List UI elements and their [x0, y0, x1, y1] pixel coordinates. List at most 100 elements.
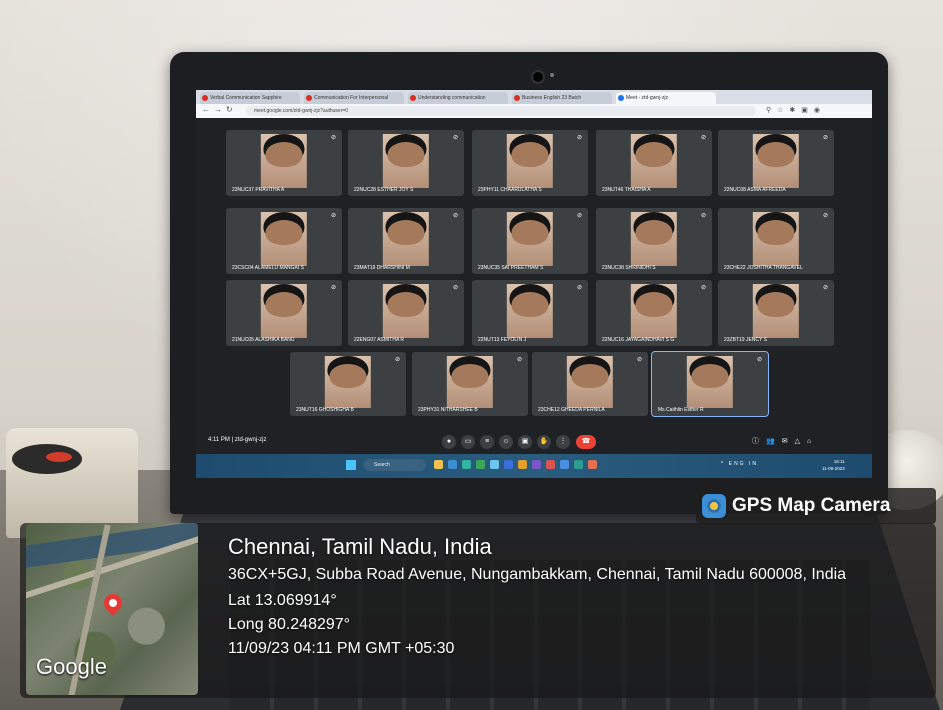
muted-mic-icon: ⊘: [636, 357, 642, 363]
app-icon[interactable]: [574, 460, 583, 469]
meet-side-controls[interactable]: ⓘ👥✉△⌂: [752, 436, 818, 446]
meet-favicon-icon: [618, 95, 624, 101]
participant-tile[interactable]: ⊘ 22NUT13 FEYOLIN J: [472, 280, 588, 346]
participant-tile[interactable]: ⊘ 23NUC37 PRAVITHA A: [226, 130, 342, 196]
tab-2[interactable]: Communication For Interpersonal: [304, 92, 404, 104]
app-icon[interactable]: [504, 460, 513, 469]
participant-name: 22NUC28 ESTHER JOY S: [354, 187, 414, 193]
muted-mic-icon: ⊘: [700, 285, 706, 291]
end-call-button[interactable]: ☎: [576, 435, 596, 449]
participant-name: 23MAT19 DHARSHINI M: [354, 265, 410, 271]
muted-mic-icon: ⊘: [516, 357, 522, 363]
muted-mic-icon: ⊘: [576, 135, 582, 141]
app-icon[interactable]: [490, 460, 499, 469]
file-explorer-icon[interactable]: [434, 460, 443, 469]
muted-mic-icon: ⊘: [452, 213, 458, 219]
participant-tile[interactable]: ⊘ 23NUT46 THAISHA A: [596, 130, 712, 196]
app-icon[interactable]: [518, 460, 527, 469]
gps-brand-badge: GPS Map Camera: [696, 488, 936, 524]
participant-name: 23CHE12 GHEEDA PERNILA: [538, 407, 605, 413]
participant-name: 23NUT16 GHOSHIGHA B: [296, 407, 354, 413]
app-icon[interactable]: [448, 460, 457, 469]
app-icon[interactable]: [462, 460, 471, 469]
participant-tile[interactable]: ⊘ 21NUC05 ALASHIKA BANU: [226, 280, 342, 346]
meet-control-bar: 4:11 PM | ztd-gwnj-zjz ● ▭ ≡ ☺ ▣ ✋ ⋮ ☎ ⓘ…: [196, 430, 872, 454]
participant-tile[interactable]: ⊘ 23NUC35 SAI PREETHAM S: [472, 208, 588, 274]
more-options-icon[interactable]: ⋮: [556, 435, 570, 449]
photo-scene: Verbal Communication Sapphire Communicat…: [0, 0, 943, 710]
participant-tile[interactable]: ⊘ 23CSC04 ALAMELU MANGAI S: [226, 208, 342, 274]
participant-tile[interactable]: ⊘ 23NUC38 SHRINIDHI S: [596, 208, 712, 274]
gps-camera-logo-icon: [702, 494, 726, 518]
participant-name: 23ZBT19 JENCY S: [724, 337, 767, 343]
favicon-icon: [306, 95, 312, 101]
app-icon[interactable]: [546, 460, 555, 469]
muted-mic-icon: ⊘: [576, 213, 582, 219]
muted-mic-icon: ⊘: [822, 213, 828, 219]
participant-tile[interactable]: ⊘ 23NUT16 GHOSHIGHA B: [290, 352, 406, 416]
participant-tile[interactable]: ⊘ 22NUC16 JAYAGAINDHAVI S G: [596, 280, 712, 346]
url-field[interactable]: meet.google.com/ztd-gwnj-zjz?authuser=0: [246, 106, 756, 116]
participant-name: 23PHY31 NITHARSHEE B: [418, 407, 478, 413]
muted-mic-icon: ⊘: [452, 135, 458, 141]
participant-name: 23NUT46 THAISHA A: [602, 187, 651, 193]
app-icon[interactable]: [560, 460, 569, 469]
participant-tile[interactable]: ⊘ 23CHE12 GHEEDA PERNILA: [532, 352, 648, 416]
camera-icon[interactable]: ▭: [461, 435, 475, 449]
nav-arrows-icon[interactable]: ←→↻: [202, 105, 237, 114]
muted-mic-icon: ⊘: [330, 135, 336, 141]
muted-mic-icon: ⊘: [576, 285, 582, 291]
gps-address: 36CX+5GJ, Subba Road Avenue, Nungambakka…: [228, 566, 847, 583]
participant-tile[interactable]: ⊘ 23CHE22 JOSHITHA THANGAVEL: [718, 208, 834, 274]
muted-mic-icon: ⊘: [822, 135, 828, 141]
tab-1[interactable]: Verbal Communication Sapphire: [200, 92, 300, 104]
participant-tile[interactable]: ⊘ Ms.Caithlin Esther R: [651, 351, 769, 417]
gps-timestamp: 11/09/23 04:11 PM GMT +05:30: [228, 640, 455, 657]
taskbar-clock[interactable]: 16:11 11-09-2023: [822, 458, 845, 472]
tab-3[interactable]: Understanding communication: [408, 92, 508, 104]
chrome-icon[interactable]: [476, 460, 485, 469]
participant-name: 23NUC37 PRAVITHA A: [232, 187, 285, 193]
extension-icons[interactable]: ⚲☆✱▣◉: [766, 106, 826, 114]
muted-mic-icon: ⊘: [822, 285, 828, 291]
mic-icon[interactable]: ●: [442, 435, 456, 449]
gps-longitude: Long 80.248297°: [228, 616, 351, 633]
tab-meet[interactable]: Meet - ztd-gwnj-zjz: [616, 92, 716, 104]
app-icon[interactable]: [532, 460, 541, 469]
muted-mic-icon: ⊘: [700, 135, 706, 141]
muted-mic-icon: ⊘: [330, 285, 336, 291]
windows-taskbar: Search ^ ENG IN 16:11 11-09-2023: [196, 454, 872, 478]
tab-4[interactable]: Business English 23 Batch: [512, 92, 612, 104]
participant-name: 23CSC04 ALAMELU MANGAI S: [232, 265, 304, 271]
webcam-icon: [531, 70, 545, 84]
muted-mic-icon: ⊘: [452, 285, 458, 291]
participant-name: 23NUC38 SHRINIDHI S: [602, 265, 656, 271]
participant-tile[interactable]: ⊘ 22NUC08 ASMA AFREEDA: [718, 130, 834, 196]
participant-tile[interactable]: ⊘ 22NUC28 ESTHER JOY S: [348, 130, 464, 196]
system-tray[interactable]: ^ ENG IN: [721, 461, 758, 467]
captions-icon[interactable]: ≡: [480, 435, 494, 449]
participant-name: 22NUT13 FEYOLIN J: [478, 337, 527, 343]
muted-mic-icon: ⊘: [394, 357, 400, 363]
raise-hand-icon[interactable]: ✋: [537, 435, 551, 449]
gps-latitude: Lat 13.069914°: [228, 592, 337, 609]
muted-mic-icon: ⊘: [700, 213, 706, 219]
participant-name: 21NUC05 ALASHIKA BANU: [232, 337, 295, 343]
windows-start-icon[interactable]: [346, 460, 356, 470]
present-icon[interactable]: ▣: [518, 435, 532, 449]
participant-tile[interactable]: ⊘ 22ENG07 ASMITHA R: [348, 280, 464, 346]
participant-name: 22ENG07 ASMITHA R: [354, 337, 405, 343]
app-icon[interactable]: [588, 460, 597, 469]
participant-name: 23PHY11 CHAARULATHA S: [478, 187, 542, 193]
speaker-device: [6, 428, 138, 538]
participant-tile[interactable]: ⊘ 23PHY11 CHAARULATHA S: [472, 130, 588, 196]
browser-tabbar: Verbal Communication Sapphire Communicat…: [196, 90, 872, 104]
taskbar-search[interactable]: Search: [364, 459, 426, 471]
participant-tile[interactable]: ⊘ 23PHY31 NITHARSHEE B: [412, 352, 528, 416]
favicon-icon: [514, 95, 520, 101]
muted-mic-icon: ⊘: [330, 213, 336, 219]
muted-mic-icon: ⊘: [756, 357, 762, 363]
emoji-icon[interactable]: ☺: [499, 435, 513, 449]
participant-tile[interactable]: ⊘ 23ZBT19 JENCY S: [718, 280, 834, 346]
participant-tile[interactable]: ⊘ 23MAT19 DHARSHINI M: [348, 208, 464, 274]
